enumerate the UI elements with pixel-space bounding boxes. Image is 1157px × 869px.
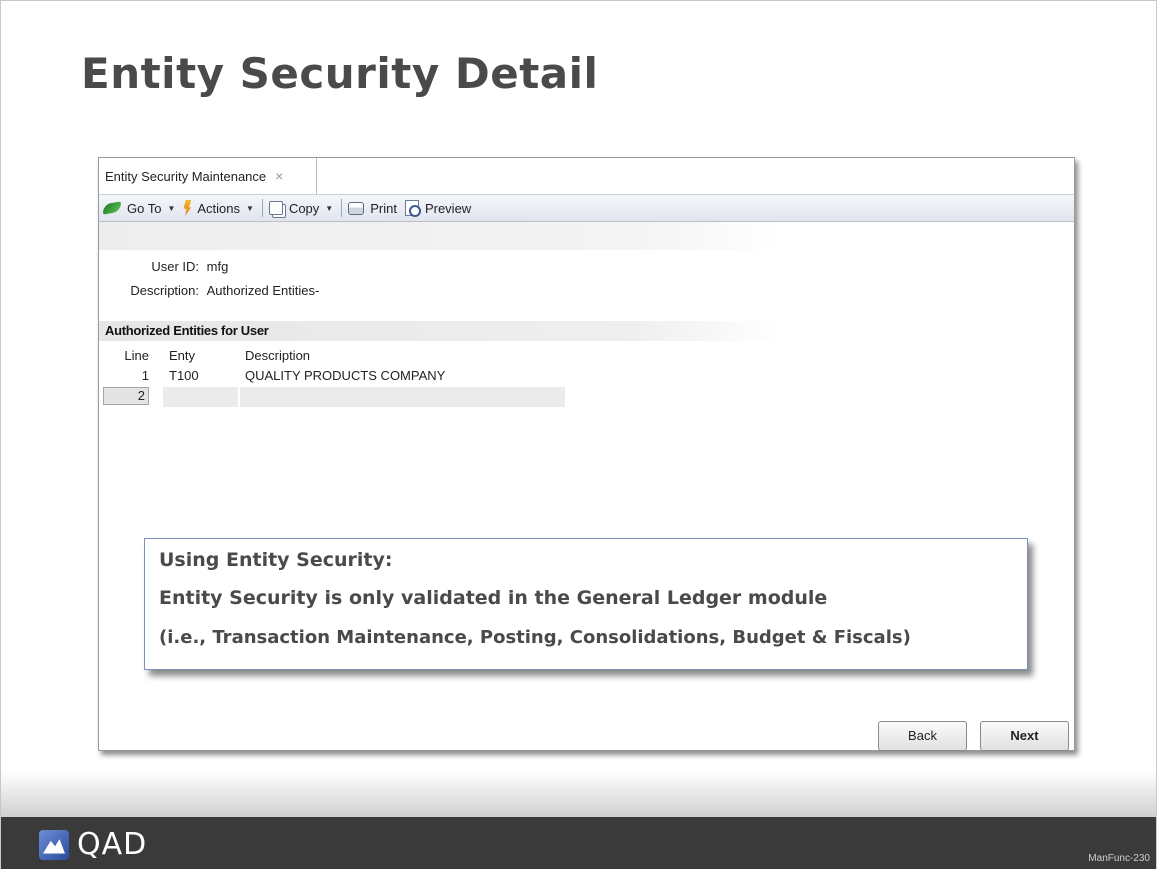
tab-strip: Entity Security Maintenance × — [99, 158, 1074, 194]
callout-line-2: (i.e., Transaction Maintenance, Posting,… — [159, 627, 911, 648]
chevron-down-icon: ▼ — [167, 203, 176, 213]
new-row-line[interactable]: 2 — [103, 387, 149, 405]
row-description: QUALITY PRODUCTS COMPANY — [245, 368, 446, 383]
row-line: 1 — [141, 368, 149, 383]
toolbar-separator — [341, 199, 343, 217]
chevron-down-icon: ▼ — [325, 203, 334, 213]
app-window: Entity Security Maintenance × Go To ▼ Ac… — [98, 157, 1075, 751]
slide-title: Entity Security Detail — [81, 49, 599, 98]
back-button[interactable]: Back — [878, 721, 967, 751]
footer-fade — [1, 771, 1156, 817]
column-header-enty[interactable]: Enty — [169, 346, 229, 366]
printer-icon — [348, 201, 365, 215]
print-label: Print — [370, 200, 397, 216]
preview-icon — [404, 200, 421, 217]
actions-menu[interactable]: Actions ▼ — [183, 200, 254, 216]
footer-bar — [1, 817, 1156, 869]
toolbar: Go To ▼ Actions ▼ Copy ▼ Print Preview — [99, 194, 1074, 222]
callout-line-1: Entity Security is only validated in the… — [159, 587, 828, 609]
callout-heading: Using Entity Security: — [159, 549, 393, 571]
header-band — [99, 222, 1074, 250]
tab-label: Entity Security Maintenance — [105, 168, 267, 184]
row-enty: T100 — [169, 368, 199, 383]
user-id-row: User ID: mfg — [99, 259, 228, 274]
next-button[interactable]: Next — [980, 721, 1069, 751]
copy-label: Copy — [288, 200, 320, 216]
description-label: Description: — [130, 283, 199, 298]
qad-logo-icon — [39, 829, 69, 860]
description-row: Description: Authorized Entities- — [99, 283, 319, 298]
tab-entity-security-maintenance[interactable]: Entity Security Maintenance × — [99, 158, 317, 194]
goto-label: Go To — [127, 200, 162, 216]
column-header-description[interactable]: Description — [245, 346, 565, 366]
new-row-description-input[interactable] — [240, 387, 565, 407]
slide: Entity Security Detail Entity Security M… — [0, 0, 1157, 869]
close-icon[interactable]: × — [275, 168, 283, 184]
goto-arrow-icon — [103, 201, 121, 215]
column-header-line[interactable]: Line — [99, 346, 149, 366]
chevron-down-icon: ▼ — [246, 203, 254, 213]
section-header: Authorized Entities for User — [99, 321, 1074, 341]
qad-logo-text: QAD — [77, 827, 148, 862]
qad-logo: QAD — [39, 827, 147, 862]
copy-icon — [268, 201, 283, 215]
user-id-label: User ID: — [151, 259, 199, 274]
copy-menu[interactable]: Copy ▼ — [268, 200, 334, 216]
preview-label: Preview — [424, 200, 472, 216]
description-value[interactable]: Authorized Entities- — [207, 283, 320, 298]
preview-button[interactable]: Preview — [404, 200, 472, 217]
callout-box: Using Entity Security: Entity Security i… — [144, 538, 1028, 670]
slide-number: ManFunc-230 — [1088, 853, 1150, 864]
user-id-value[interactable]: mfg — [207, 259, 229, 274]
print-button[interactable]: Print — [348, 201, 397, 216]
lightning-icon — [183, 200, 192, 216]
toolbar-separator — [261, 199, 263, 217]
actions-label: Actions — [197, 200, 241, 216]
new-row-enty-input[interactable] — [163, 387, 238, 407]
goto-menu[interactable]: Go To ▼ — [103, 201, 175, 216]
